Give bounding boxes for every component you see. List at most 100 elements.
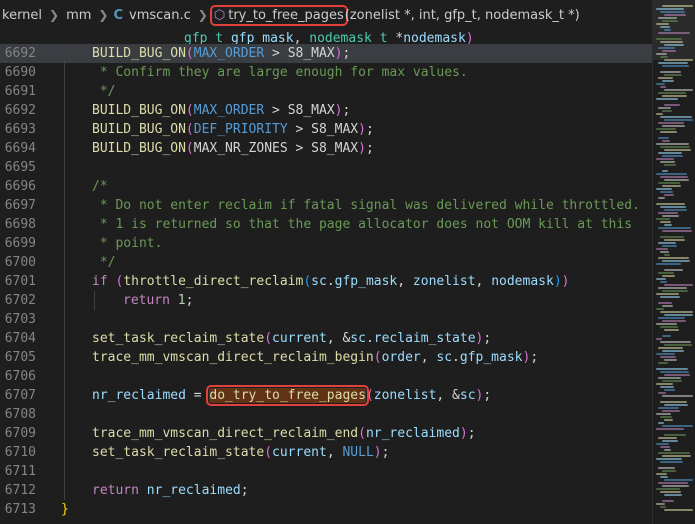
- line-number: 6708: [4, 407, 36, 422]
- breadcrumb-item-function[interactable]: ⬡ try_to_free_pages: [209, 4, 348, 26]
- code-line[interactable]: 6710 set_task_reclaim_state(current, NULL…: [0, 443, 652, 462]
- indent-guide: [64, 234, 65, 253]
- minimap-line: [660, 161, 675, 163]
- code-token: ;: [342, 46, 351, 61]
- code-line[interactable]: 6697 * Do not enter reclaim if fatal sig…: [0, 196, 652, 215]
- code-token: current: [272, 331, 327, 346]
- minimap-line: [656, 158, 674, 160]
- code-token: zonelist: [412, 274, 476, 289]
- code-line[interactable]: 6713}: [0, 500, 652, 519]
- minimap-line: [658, 302, 672, 304]
- code-line[interactable]: 6702 return 1;: [0, 291, 652, 310]
- minimap-line: [660, 326, 678, 328]
- line-number: 6692: [4, 103, 36, 118]
- code-token: return: [123, 293, 170, 308]
- minimap-line: [664, 434, 686, 436]
- code-line[interactable]: 6709 trace_mm_vmscan_direct_reclaim_end(n…: [0, 424, 652, 443]
- code-line[interactable]: 6698 * 1 is returned so that the page al…: [0, 215, 652, 234]
- function-cube-icon: ⬡: [213, 7, 226, 23]
- minimap-line: [660, 506, 666, 508]
- code-line[interactable]: 6708: [0, 405, 652, 424]
- code-line[interactable]: 6707 nr_reclaimed = do_try_to_free_pages(…: [0, 385, 652, 406]
- minimap-line: [658, 377, 681, 379]
- code-token: ;: [185, 293, 194, 308]
- minimap-line: [662, 395, 693, 397]
- code-token: (: [185, 103, 194, 118]
- minimap-line: [664, 179, 689, 181]
- code-text: */: [92, 253, 116, 272]
- code-token: ,: [475, 274, 492, 289]
- code-line[interactable]: 6691 */: [0, 82, 652, 101]
- code-token: (: [185, 141, 194, 156]
- code-line[interactable]: 6692 BUILD_BUG_ON(MAX_ORDER > S8_MAX);: [0, 44, 652, 63]
- code-text: BUILD_BUG_ON(MAX_ORDER > S8_MAX);: [92, 101, 350, 120]
- code-line[interactable]: 6690 * Confirm they are large enough for…: [0, 63, 652, 82]
- minimap[interactable]: [652, 0, 695, 524]
- minimap-line: [658, 17, 677, 19]
- code-line[interactable]: 6712 return nr_reclaimed;: [0, 481, 652, 500]
- code-token: ;: [240, 483, 249, 498]
- code-token: ): [358, 122, 366, 137]
- minimap-line: [664, 149, 691, 151]
- code-token: .: [365, 331, 374, 346]
- minimap-line: [660, 191, 673, 193]
- code-token: (: [264, 445, 273, 460]
- breadcrumb-item-mm[interactable]: mm: [64, 8, 93, 23]
- code-token: nr_reclaimed: [365, 426, 460, 441]
- code-line[interactable]: 6701 if (throttle_direct_reclaim(sc.gfp_m…: [0, 272, 652, 291]
- code-line[interactable]: 6711: [0, 462, 652, 481]
- minimap-line: [658, 77, 673, 79]
- code-token: S8_MAX: [287, 103, 335, 118]
- minimap-line: [658, 272, 674, 274]
- minimap-line: [656, 188, 672, 190]
- breadcrumb: kernel ❯ mm ❯ C vmscan.c ❯ ⬡ try_to_free_…: [0, 0, 652, 30]
- line-number: 6705: [4, 350, 36, 365]
- minimap-line: [658, 347, 683, 349]
- minimap-line: [664, 29, 671, 31]
- code-line[interactable]: 6696 /*: [0, 177, 652, 196]
- breadcrumb-item-file[interactable]: vmscan.c: [127, 8, 193, 23]
- indent-guide: [64, 82, 65, 101]
- minimap-line: [660, 311, 693, 313]
- minimap-line: [658, 242, 676, 244]
- minimap-line: [664, 254, 670, 256]
- minimap-line: [664, 419, 673, 421]
- code-text: nr_reclaimed = do_try_to_free_pages(zone…: [92, 385, 491, 406]
- code-line[interactable]: 6705 trace_mm_vmscan_direct_reclaim_begin…: [0, 348, 652, 367]
- code-text: return 1;: [123, 291, 193, 310]
- breadcrumb-item-kernel[interactable]: kernel: [0, 8, 44, 23]
- code-line[interactable]: 6693 BUILD_BUG_ON(DEF_PRIORITY > S8_MAX);: [0, 120, 652, 139]
- code-line[interactable]: 6699 * point.: [0, 234, 652, 253]
- indent-guide: [64, 120, 65, 139]
- minimap-line: [656, 23, 669, 25]
- minimap-line: [660, 461, 683, 463]
- code-line[interactable]: 6706: [0, 367, 652, 386]
- minimap-line: [660, 401, 687, 403]
- minimap-line: [660, 341, 691, 343]
- minimap-line: [658, 137, 669, 139]
- minimap-line: [656, 323, 677, 325]
- minimap-line: [658, 362, 668, 364]
- code-line[interactable]: 6703: [0, 310, 652, 329]
- indent-guide: [64, 348, 65, 367]
- code-line[interactable]: 6692 BUILD_BUG_ON(MAX_ORDER > S8_MAX);: [0, 101, 652, 120]
- minimap-line: [658, 317, 685, 319]
- code-line[interactable]: 6694 BUILD_BUG_ON(MAX_NR_ZONES > S8_MAX);: [0, 139, 652, 158]
- code-line[interactable]: 6695: [0, 158, 652, 177]
- minimap-line: [658, 392, 666, 394]
- indent-guide: [64, 424, 65, 443]
- minimap-line: [662, 350, 684, 352]
- code-line[interactable]: 6704 set_task_reclaim_state(current, &sc.…: [0, 329, 652, 348]
- indent-guide: [64, 443, 65, 462]
- code-editor[interactable]: 6692 BUILD_BUG_ON(MAX_ORDER > S8_MAX); 669…: [0, 44, 652, 524]
- line-number: 6690: [4, 65, 36, 80]
- code-token: ;: [365, 122, 374, 137]
- minimap-line: [662, 305, 673, 307]
- line-number: 6707: [4, 388, 36, 403]
- minimap-line: [656, 293, 679, 295]
- minimap-line: [660, 71, 681, 73]
- code-line[interactable]: 6700 */: [0, 253, 652, 272]
- minimap-line: [662, 440, 678, 442]
- indent-guide: [64, 310, 65, 329]
